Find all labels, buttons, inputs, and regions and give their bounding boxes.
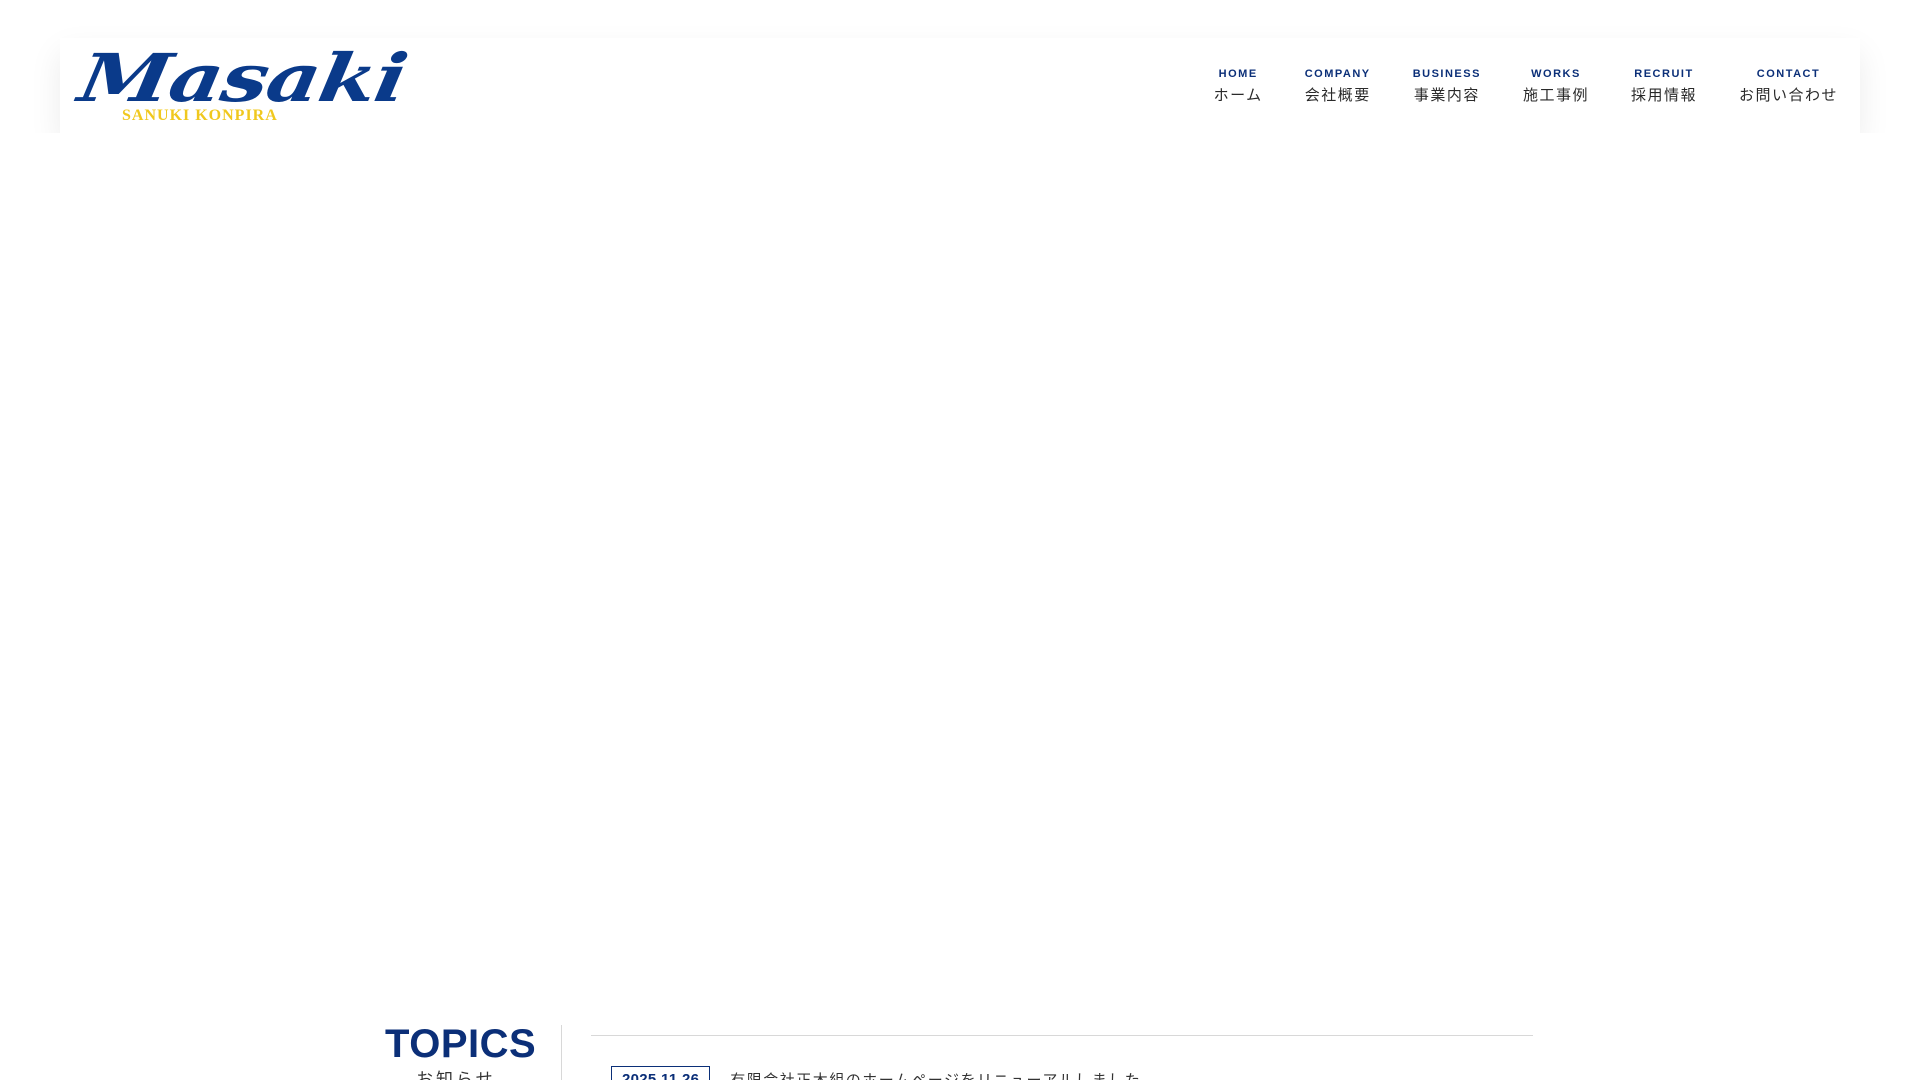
nav-item-en-label: HOME (1218, 68, 1258, 80)
nav-item-home[interactable]: HOME ホーム (1214, 67, 1263, 104)
nav-item-ja-label: 会社概要 (1304, 86, 1371, 104)
nav-item-recruit[interactable]: RECRUIT 採用情報 (1631, 67, 1697, 104)
nav-item-ja-label: ホーム (1213, 86, 1263, 104)
topics-subtitle: お知らせ (416, 1070, 496, 1080)
topics-list-divider (591, 1035, 1533, 1036)
topic-title: 有限会社正木組のホームページをリニューアルしました。 (730, 1070, 1158, 1080)
topic-item[interactable]: 2025.11.26 有限会社正木組のホームページをリニューアルしました。 (611, 1066, 1158, 1080)
nav-item-en-label: BUSINESS (1412, 68, 1481, 80)
nav-item-en-label: RECRUIT (1634, 68, 1694, 80)
nav-item-en-label: WORKS (1531, 68, 1581, 80)
nav-item-ja-label: 採用情報 (1630, 86, 1697, 104)
nav-item-business[interactable]: BUSINESS 事業内容 (1413, 67, 1481, 104)
topic-date-badge: 2025.11.26 (611, 1066, 711, 1080)
page: Masaki SANUKI KONPIRA HOME ホーム COMPANY 会… (0, 0, 1920, 1080)
topics-title: TOPICS (385, 1022, 537, 1066)
site-header: Masaki SANUKI KONPIRA HOME ホーム COMPANY 会… (60, 38, 1860, 133)
nav-item-ja-label: 事業内容 (1413, 86, 1480, 104)
topics-vertical-divider (561, 1025, 562, 1080)
nav-item-ja-label: 施工事例 (1522, 86, 1589, 104)
site-logo[interactable]: Masaki SANUKI KONPIRA (73, 38, 412, 133)
nav-item-en-label: CONTACT (1756, 68, 1821, 80)
global-nav: HOME ホーム COMPANY 会社概要 BUSINESS 事業内容 WORK… (1214, 38, 1838, 133)
nav-item-works[interactable]: WORKS 施工事例 (1523, 67, 1589, 104)
nav-item-en-label: COMPANY (1304, 68, 1371, 80)
nav-item-ja-label: お問い合わせ (1738, 86, 1838, 104)
nav-item-contact[interactable]: CONTACT お問い合わせ (1739, 67, 1838, 104)
logo-wordmark: Masaki (73, 39, 413, 117)
nav-item-company[interactable]: COMPANY 会社概要 (1305, 67, 1371, 104)
hero-area (0, 133, 1920, 993)
